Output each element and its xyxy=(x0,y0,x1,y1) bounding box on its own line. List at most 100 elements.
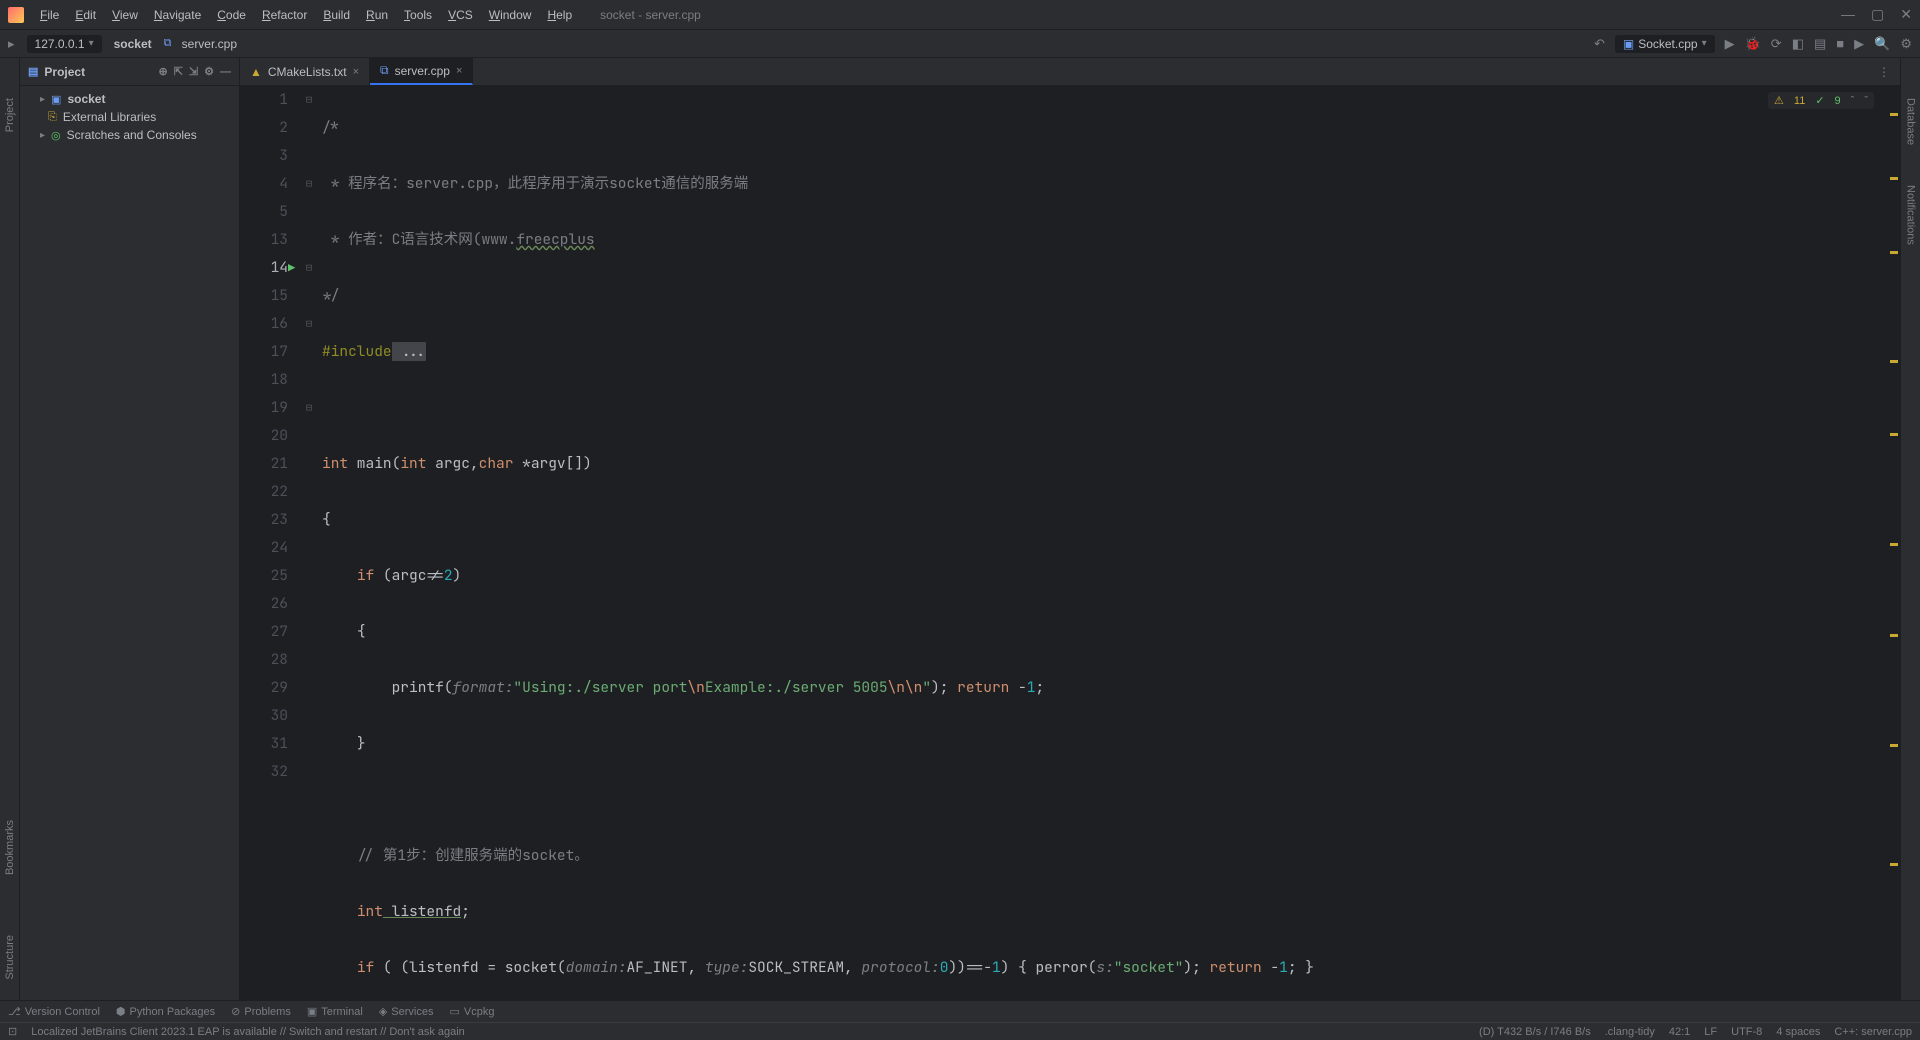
prev-highlight-icon[interactable]: ˆ xyxy=(1851,95,1855,107)
menu-window[interactable]: Window xyxy=(481,4,540,26)
btab-terminal[interactable]: ▣Terminal xyxy=(307,1005,363,1018)
menu-tools[interactable]: Tools xyxy=(396,4,440,26)
status-msg-icon: ⊡ xyxy=(8,1025,17,1038)
next-highlight-icon[interactable]: ˇ xyxy=(1864,95,1868,107)
line-num: 19 xyxy=(240,394,288,422)
tab-close-icon[interactable]: × xyxy=(353,66,359,78)
menu-run[interactable]: Run xyxy=(358,4,396,26)
breadcrumb[interactable]: socket xyxy=(114,37,152,51)
hide-icon[interactable]: — xyxy=(220,66,231,78)
rail-project[interactable]: Project xyxy=(4,98,16,132)
tree-external-libs[interactable]: ⎘ External Libraries xyxy=(20,108,239,126)
line-num: 20 xyxy=(240,422,288,450)
marker-strip[interactable] xyxy=(1888,86,1900,1000)
status-context[interactable]: C++: server.cpp xyxy=(1834,1026,1912,1038)
fold-column[interactable]: ⊟⊟ ⊟⊟⊟ xyxy=(300,86,318,1000)
tree-scratches[interactable]: ▸ ◎ Scratches and Consoles xyxy=(20,126,239,144)
debug-icon[interactable]: 🐞 xyxy=(1745,36,1761,52)
menu-view[interactable]: View xyxy=(104,4,146,26)
tab-label: CMakeLists.txt xyxy=(268,65,347,79)
btab-version-control[interactable]: ⎇Version Control xyxy=(8,1005,100,1018)
editor-tabs: ▲ CMakeLists.txt × ⧉ server.cpp × ⋮ xyxy=(240,58,1900,86)
status-lint[interactable]: .clang-tidy xyxy=(1605,1026,1655,1038)
rail-notifications[interactable]: Notifications xyxy=(1905,185,1917,245)
line-num: 24 xyxy=(240,534,288,562)
breadcrumb-file[interactable]: server.cpp xyxy=(164,37,237,51)
menu-bar: File Edit View Navigate Code Refactor Bu… xyxy=(0,0,1920,30)
maximize-icon[interactable]: ▢ xyxy=(1871,6,1884,23)
app-icon xyxy=(8,7,24,23)
menu-edit[interactable]: Edit xyxy=(67,4,104,26)
back-icon[interactable]: ↶ xyxy=(1594,36,1605,52)
status-caret-pos[interactable]: 42:1 xyxy=(1669,1026,1690,1038)
line-num: 17 xyxy=(240,338,288,366)
collapse-icon[interactable]: ⇱ xyxy=(174,65,183,78)
run-all-icon[interactable]: ▶ xyxy=(1854,36,1864,52)
status-encoding[interactable]: UTF-8 xyxy=(1731,1026,1762,1038)
line-num: 4 xyxy=(240,170,288,198)
status-bar: ⊡ Localized JetBrains Client 2023.1 EAP … xyxy=(0,1022,1920,1040)
window-controls: — ▢ ✕ xyxy=(1841,6,1912,23)
close-icon[interactable]: ✕ xyxy=(1900,6,1912,23)
typo-count: 9 xyxy=(1835,95,1841,107)
gear-icon[interactable]: ⚙ xyxy=(204,65,214,78)
menu-help[interactable]: Help xyxy=(539,4,580,26)
menu-code[interactable]: Code xyxy=(209,4,254,26)
inspection-widget[interactable]: ⚠ 11 ✓ 9 ˆ ˇ xyxy=(1768,92,1874,109)
nav-bar: ▸ 127.0.0.1 ▾ socket server.cpp ↶ ▣ Sock… xyxy=(0,30,1920,58)
line-num: 3 xyxy=(240,142,288,170)
settings-icon[interactable]: ⚙ xyxy=(1900,36,1912,52)
folder-icon: ▣ xyxy=(51,93,61,106)
tab-overflow-icon[interactable]: ⋮ xyxy=(1868,58,1900,85)
library-icon: ⎘ xyxy=(48,111,57,124)
target-icon[interactable]: ⊕ xyxy=(158,65,167,78)
menu-vcs[interactable]: VCS xyxy=(440,4,481,26)
window-title: socket - server.cpp xyxy=(580,8,1841,22)
tab-close-icon[interactable]: × xyxy=(456,65,462,77)
scratch-icon: ◎ xyxy=(51,129,61,142)
status-message[interactable]: Localized JetBrains Client 2023.1 EAP is… xyxy=(31,1026,465,1038)
run-target-dropdown[interactable]: 127.0.0.1 ▾ xyxy=(27,35,102,53)
code-view[interactable]: 1 2 3 4 5 13 14 ▶ 15 16 17 18 19 20 21 2… xyxy=(240,86,1900,1000)
run-configuration-dropdown[interactable]: ▣ Socket.cpp ▾ xyxy=(1615,35,1715,53)
rail-database[interactable]: Database xyxy=(1905,98,1917,145)
menu-build[interactable]: Build xyxy=(315,4,358,26)
line-num: 16 xyxy=(240,310,288,338)
cmake-run-icon: ▣ xyxy=(1623,37,1634,51)
profile-icon[interactable]: ▤ xyxy=(1814,36,1826,52)
run-target-icon[interactable]: ▸ xyxy=(8,36,15,52)
status-line-sep[interactable]: LF xyxy=(1704,1026,1717,1038)
line-num: 22 xyxy=(240,478,288,506)
btab-problems[interactable]: ⊘Problems xyxy=(231,1005,291,1018)
menu-navigate[interactable]: Navigate xyxy=(146,4,209,26)
btab-vcpkg[interactable]: ▭Vcpkg xyxy=(449,1005,494,1018)
menu-file[interactable]: File xyxy=(32,4,67,26)
attach-icon[interactable]: ⟳ xyxy=(1771,36,1782,52)
rail-structure[interactable]: Structure xyxy=(4,935,16,980)
tab-server-cpp[interactable]: ⧉ server.cpp × xyxy=(370,58,473,85)
btab-services[interactable]: ◈Services xyxy=(379,1005,434,1018)
stop-icon[interactable]: ■ xyxy=(1836,36,1844,51)
vcpkg-icon: ▭ xyxy=(449,1005,459,1018)
rail-bookmarks[interactable]: Bookmarks xyxy=(4,820,16,875)
run-gutter-icon[interactable]: ▶ xyxy=(288,254,295,282)
project-tree: ▸ ▣ socket ⎘ External Libraries ▸ ◎ Scra… xyxy=(20,86,239,148)
chevron-right-icon: ▸ xyxy=(40,94,45,105)
project-view-icon: ▤ xyxy=(28,65,38,78)
minimize-icon[interactable]: — xyxy=(1841,6,1855,23)
breadcrumb-file-label: server.cpp xyxy=(182,37,237,51)
line-num: 15 xyxy=(240,282,288,310)
run-icon[interactable]: ▶ xyxy=(1725,36,1735,52)
status-indent[interactable]: 4 spaces xyxy=(1776,1026,1820,1038)
line-num: 2 xyxy=(240,114,288,142)
editor-area: ▲ CMakeLists.txt × ⧉ server.cpp × ⋮ ⚠ 11… xyxy=(240,58,1900,1000)
code-content[interactable]: /* * 程序名：server.cpp，此程序用于演示socket通信的服务端 … xyxy=(318,86,1888,1000)
btab-python-packages[interactable]: ⬢Python Packages xyxy=(116,1005,215,1018)
coverage-icon[interactable]: ◧ xyxy=(1792,36,1804,52)
line-gutter[interactable]: 1 2 3 4 5 13 14 ▶ 15 16 17 18 19 20 21 2… xyxy=(240,86,300,1000)
search-icon[interactable]: 🔍 xyxy=(1874,36,1890,52)
expand-icon[interactable]: ⇲ xyxy=(189,65,198,78)
tab-cmakelists[interactable]: ▲ CMakeLists.txt × xyxy=(240,58,370,85)
tree-root-socket[interactable]: ▸ ▣ socket xyxy=(20,90,239,108)
menu-refactor[interactable]: Refactor xyxy=(254,4,315,26)
